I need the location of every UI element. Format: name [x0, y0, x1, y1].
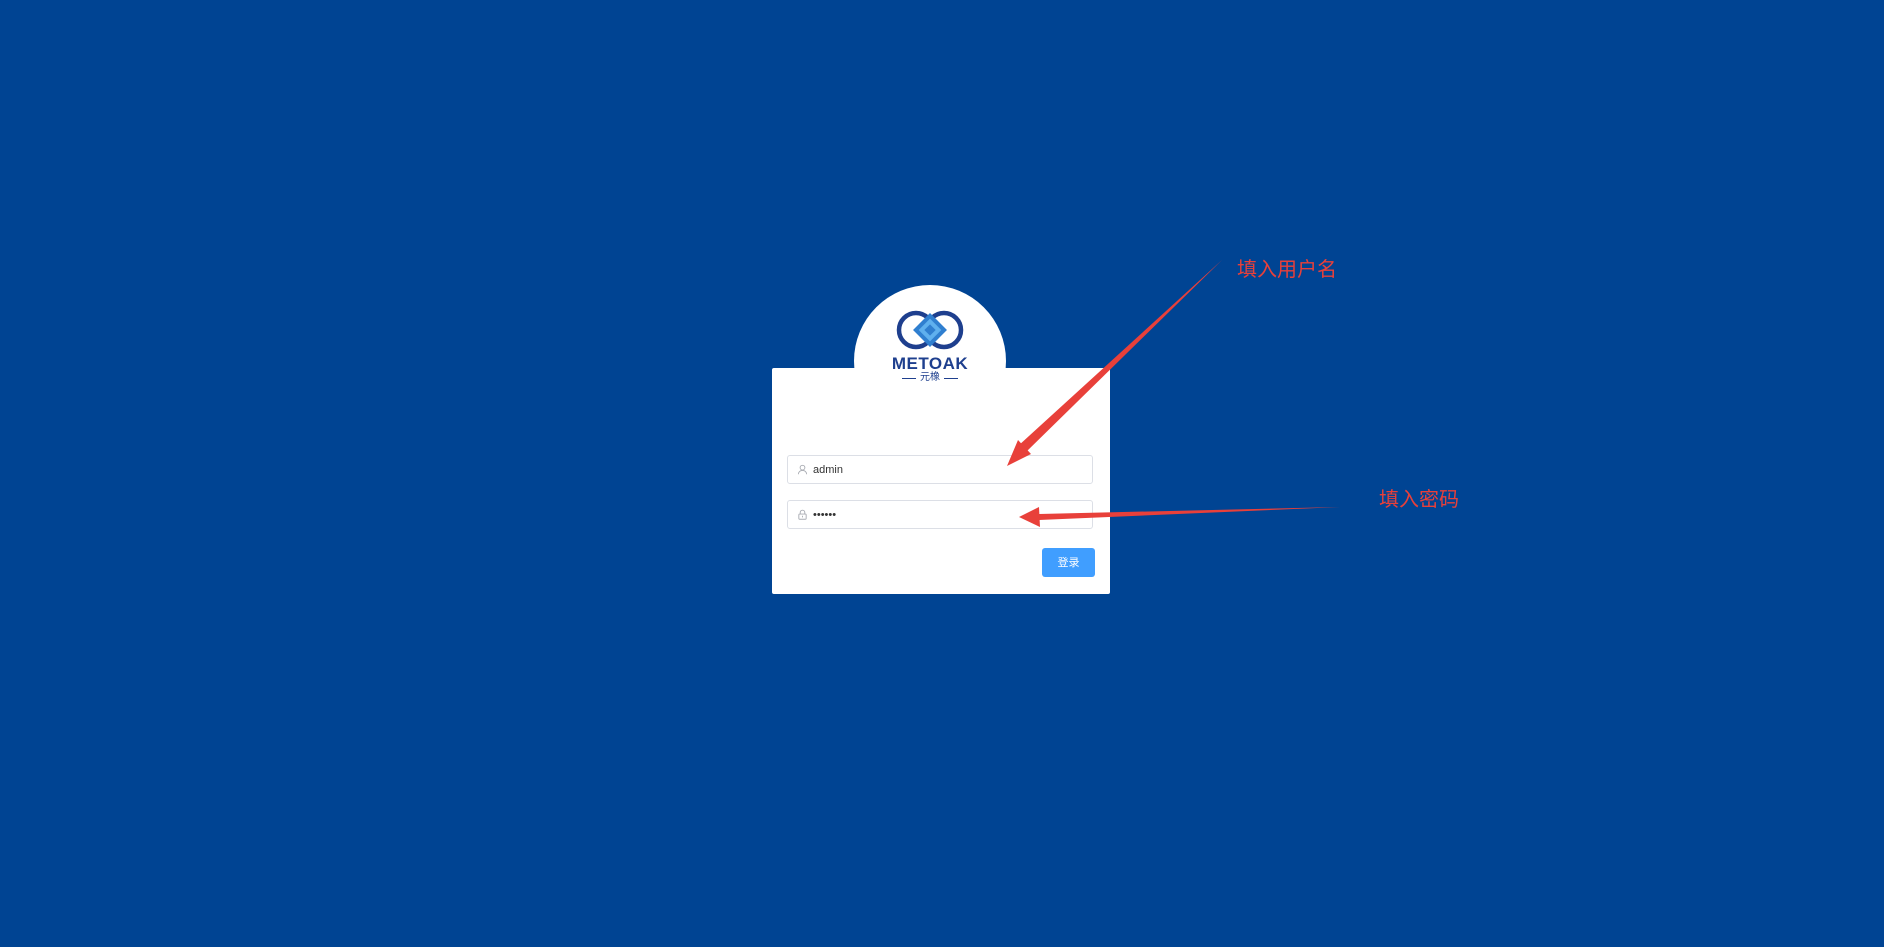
brand-subtitle: 元橡: [895, 372, 965, 384]
brand-subtitle-text: 元橡: [920, 372, 940, 383]
annotation-password-note: 填入密码: [1379, 487, 1459, 511]
password-field[interactable]: [787, 500, 1093, 529]
username-field[interactable]: [787, 455, 1093, 484]
divider: [944, 377, 958, 379]
brand-name: METOAK: [891, 354, 969, 373]
login-button[interactable]: 登录: [1042, 548, 1095, 577]
username-input[interactable]: [813, 459, 1073, 480]
divider: [902, 377, 916, 379]
user-icon: [796, 464, 808, 476]
annotation-username-note: 填入用户名: [1237, 257, 1337, 281]
lock-icon: [796, 509, 808, 521]
password-input[interactable]: [813, 504, 1073, 525]
